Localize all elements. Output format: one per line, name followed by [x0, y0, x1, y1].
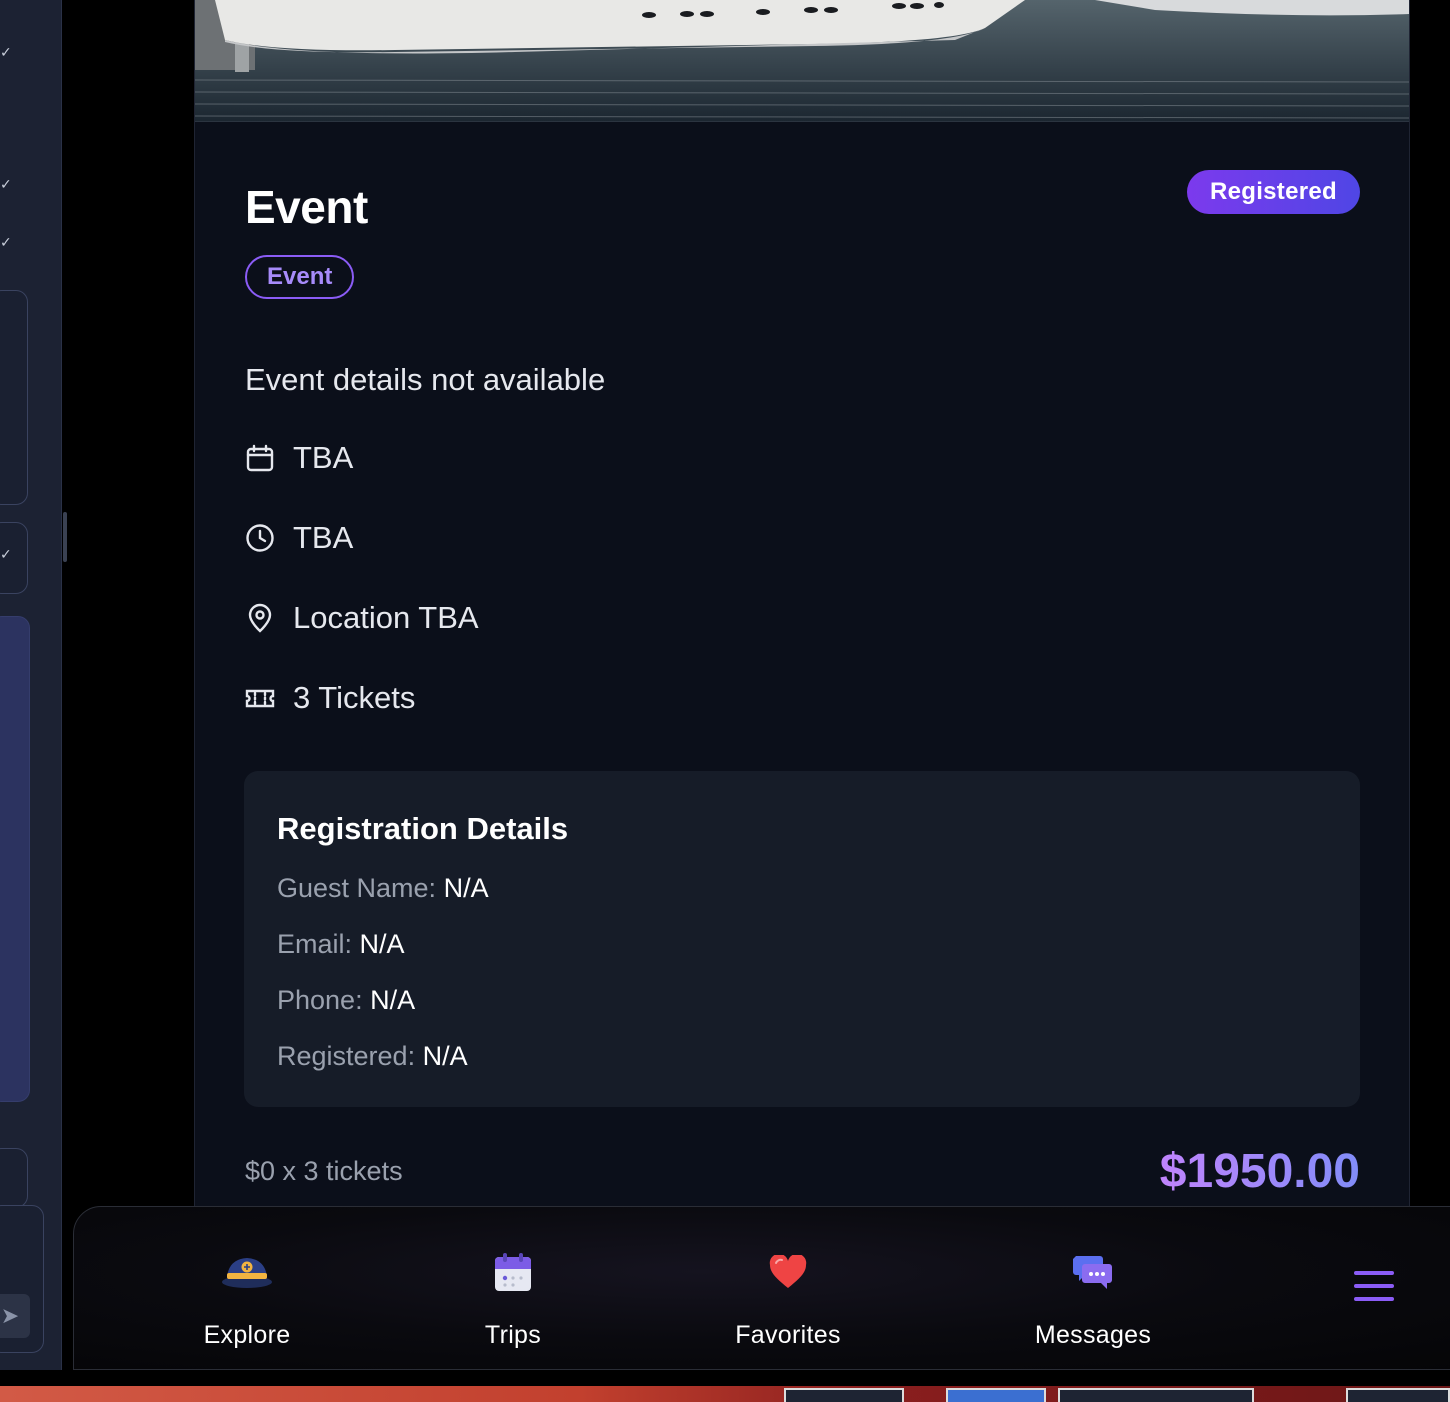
registration-row-phone: Phone: N/A	[277, 985, 415, 1016]
event-location: Location TBA	[293, 600, 479, 635]
resize-handle[interactable]	[63, 512, 67, 562]
nav-explore[interactable]: Explore	[137, 1247, 357, 1350]
check-icon: ✓	[0, 44, 12, 60]
field-label: Phone:	[277, 985, 363, 1015]
nav-label: Messages	[1034, 1321, 1152, 1349]
bottom-navigation-bar: Explore Trips Favorites Messages	[73, 1206, 1450, 1370]
send-icon[interactable]: ➤	[0, 1294, 30, 1338]
background-card-highlight[interactable]	[0, 616, 30, 1102]
event-time: TBA	[293, 520, 354, 555]
field-label: Registered:	[277, 1041, 416, 1071]
registration-row-registered: Registered: N/A	[277, 1041, 468, 1072]
registration-row-email: Email: N/A	[277, 929, 405, 960]
price-breakdown: $0 x 3 tickets	[245, 1156, 403, 1186]
event-title: Event	[245, 181, 368, 233]
calendar-icon	[494, 1247, 532, 1297]
background-card[interactable]	[0, 290, 28, 505]
chat-bubbles-icon	[1073, 1247, 1113, 1297]
field-label: Guest Name:	[277, 873, 437, 903]
event-date: TBA	[293, 440, 354, 475]
calendar-icon	[245, 443, 275, 473]
event-detail-modal: Event Registered Event Event details not…	[194, 0, 1410, 1210]
heart-icon	[769, 1247, 807, 1297]
check-icon: ✓	[0, 546, 12, 562]
field-value: N/A	[359, 929, 405, 959]
ticket-icon	[245, 683, 275, 713]
hamburger-menu-icon[interactable]	[1354, 1271, 1394, 1301]
nav-trips[interactable]: Trips	[403, 1247, 623, 1350]
check-icon: ✓	[0, 176, 12, 192]
os-dock-strip	[0, 1386, 1450, 1402]
captain-hat-icon	[221, 1247, 273, 1297]
nav-favorites[interactable]: Favorites	[678, 1247, 898, 1350]
background-card[interactable]	[0, 1148, 28, 1208]
event-hero-image	[195, 0, 1409, 122]
window-thumbnail[interactable]	[784, 1388, 904, 1402]
registration-heading: Registration Details	[277, 811, 569, 846]
event-description: Event details not available	[245, 362, 606, 397]
nav-label: Explore	[203, 1321, 291, 1349]
field-value: N/A	[443, 873, 489, 903]
registration-row-guest-name: Guest Name: N/A	[277, 873, 489, 904]
event-location-row: Location TBA	[245, 600, 479, 636]
event-tickets-row: 3 Tickets	[245, 680, 415, 716]
registered-status-badge: Registered	[1186, 170, 1360, 214]
clock-icon	[245, 523, 275, 553]
event-date-row: TBA	[245, 440, 353, 476]
field-value: N/A	[422, 1041, 468, 1071]
field-label: Email:	[277, 929, 353, 959]
window-thumbnail[interactable]	[946, 1388, 1046, 1402]
event-type-chip: Event	[245, 255, 355, 299]
window-thumbnail[interactable]	[1058, 1388, 1254, 1402]
location-pin-icon	[245, 603, 275, 633]
price-total: $1950.00	[1159, 1145, 1360, 1198]
background-app-panel: ✓ ✓ ✓ ✓ ➤	[0, 0, 62, 1370]
field-value: N/A	[370, 985, 416, 1015]
event-tickets: 3 Tickets	[293, 680, 416, 715]
window-thumbnail[interactable]	[1346, 1388, 1450, 1402]
nav-label: Trips	[484, 1321, 542, 1349]
nav-messages[interactable]: Messages	[983, 1247, 1203, 1350]
check-icon: ✓	[0, 234, 12, 250]
nav-label: Favorites	[735, 1321, 841, 1349]
event-time-row: TBA	[245, 520, 353, 556]
registration-details-card: Registration Details Guest Name: N/A Ema…	[244, 771, 1360, 1107]
